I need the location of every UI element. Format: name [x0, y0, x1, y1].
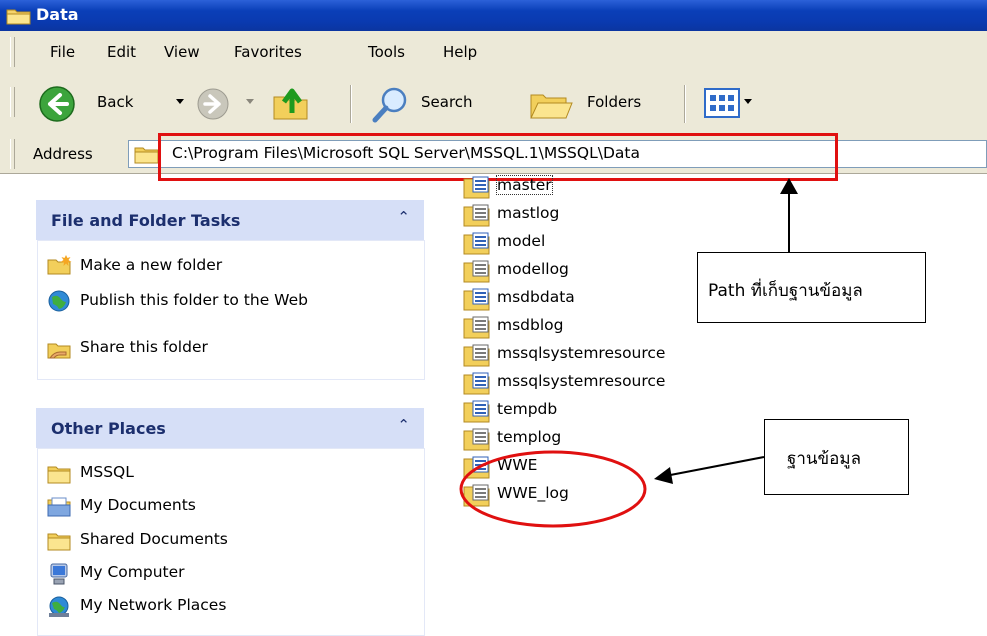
menu-view[interactable]: View [164, 43, 200, 61]
file-name: modellog [497, 260, 569, 278]
folder-icon [6, 9, 31, 25]
file-name: master [496, 175, 553, 195]
menu-tools[interactable]: Tools [368, 43, 405, 61]
forward-dropdown-icon[interactable] [246, 99, 254, 104]
file-name: templog [497, 428, 562, 446]
window-title: Data [36, 5, 79, 24]
address-highlight-box [158, 133, 838, 181]
database-file-icon [463, 372, 490, 395]
log-file-icon [463, 204, 490, 227]
views-dropdown-icon[interactable] [744, 99, 752, 104]
file-name: WWE_log [497, 484, 569, 502]
share-folder-icon [47, 343, 71, 359]
computer-icon [50, 563, 68, 585]
search-button-label[interactable]: Search [421, 93, 473, 111]
new-folder-icon [47, 255, 72, 275]
place-my-computer[interactable]: My Computer [80, 563, 185, 581]
task-publish-folder[interactable]: Publish this folder to the Web [80, 290, 380, 310]
database-file-icon [463, 232, 490, 255]
menu-file[interactable]: File [50, 43, 75, 61]
up-folder-icon[interactable] [270, 83, 314, 123]
folder-icon [47, 466, 71, 484]
database-callout-text: ฐานข้อมูล [787, 449, 862, 469]
publish-globe-icon [48, 290, 70, 312]
folder-icon [134, 147, 159, 164]
database-file-icon [463, 288, 490, 311]
database-file-icon [463, 176, 490, 199]
menu-grip[interactable] [10, 37, 15, 67]
db-arrowhead [654, 467, 673, 484]
my-documents-icon [47, 497, 71, 517]
collapse-chevron-icon[interactable]: ⌃ [397, 416, 410, 434]
database-file-icon [463, 400, 490, 423]
toolbar: Back Search Folders [0, 73, 987, 136]
menu-bar: File Edit View Favorites Tools Help [0, 31, 987, 74]
file-name: msdblog [497, 316, 564, 334]
file-name: WWE [497, 456, 538, 474]
back-arrow-icon[interactable] [38, 85, 76, 123]
back-button-label[interactable]: Back [97, 93, 133, 111]
menu-help[interactable]: Help [443, 43, 477, 61]
log-file-icon [463, 260, 490, 283]
place-shared-documents[interactable]: Shared Documents [80, 530, 228, 548]
toolbar-separator [350, 85, 352, 123]
file-name: tempdb [497, 400, 558, 418]
path-callout-text: Path ที่เก็บฐานข้อมูล [708, 281, 863, 301]
log-file-icon [463, 484, 490, 507]
back-dropdown-icon[interactable] [176, 99, 184, 104]
toolbar-grip[interactable] [10, 87, 15, 117]
tasks-panel-title: File and Folder Tasks [51, 211, 241, 230]
log-file-icon [463, 344, 490, 367]
toolbar-separator [684, 85, 686, 123]
collapse-chevron-icon[interactable]: ⌃ [397, 208, 410, 226]
network-icon [49, 596, 69, 617]
log-file-icon [463, 428, 490, 451]
path-callout: Path ที่เก็บฐานข้อมูล [697, 252, 926, 323]
db-arrow-line [659, 456, 765, 478]
address-label: Address [33, 145, 93, 163]
address-grip[interactable] [10, 139, 15, 169]
task-make-new-folder[interactable]: Make a new folder [80, 256, 222, 274]
menu-edit[interactable]: Edit [107, 43, 136, 61]
place-my-network-places[interactable]: My Network Places [80, 596, 226, 614]
search-icon[interactable] [371, 85, 411, 123]
log-file-icon [463, 316, 490, 339]
places-panel-title: Other Places [51, 419, 166, 438]
file-name: mssqlsystemresource [497, 344, 666, 362]
file-name: mastlog [497, 204, 560, 222]
forward-arrow-icon[interactable] [196, 87, 230, 121]
menu-favorites[interactable]: Favorites [234, 43, 302, 61]
views-icon[interactable] [704, 88, 740, 118]
places-panel-header[interactable]: Other Places ⌃ [36, 408, 424, 448]
folder-icon [47, 533, 71, 551]
file-name: msdbdata [497, 288, 575, 306]
folders-button-label[interactable]: Folders [587, 93, 641, 111]
tasks-panel-header[interactable]: File and Folder Tasks ⌃ [36, 200, 424, 240]
folders-icon[interactable] [528, 85, 576, 123]
title-bar[interactable]: Data [0, 0, 987, 31]
file-name: model [497, 232, 546, 250]
task-share-folder[interactable]: Share this folder [80, 338, 208, 356]
database-file-icon [463, 456, 490, 479]
place-my-documents[interactable]: My Documents [80, 496, 196, 514]
database-callout: ฐานข้อมูล [764, 419, 909, 495]
file-name: mssqlsystemresource [497, 372, 666, 390]
place-mssql[interactable]: MSSQL [80, 463, 134, 481]
